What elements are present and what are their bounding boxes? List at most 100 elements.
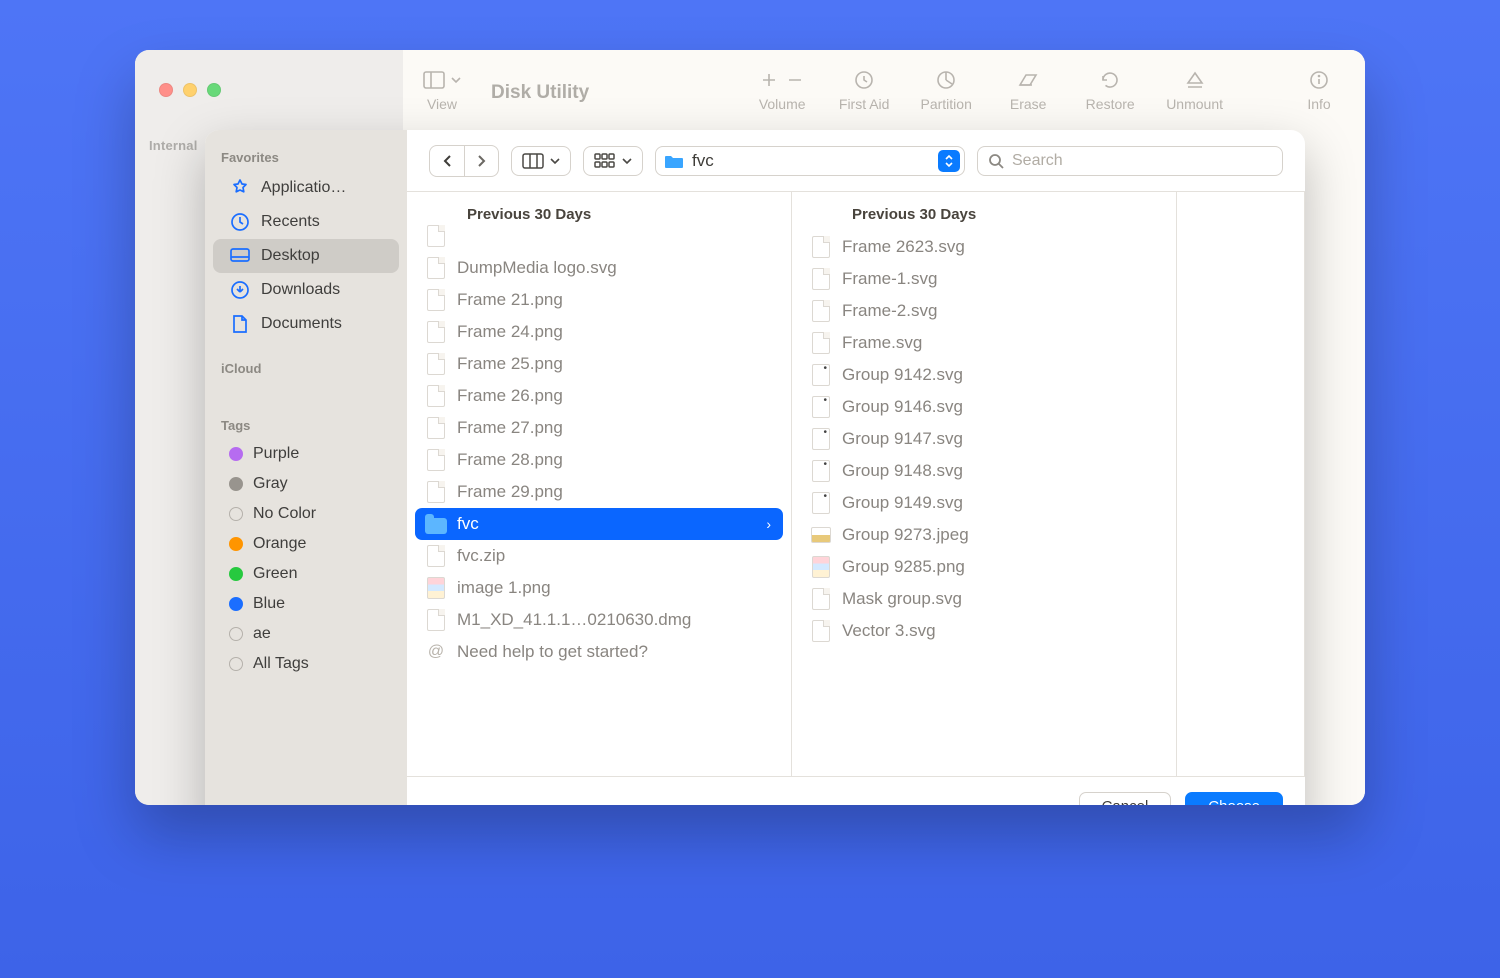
file-icon	[425, 257, 447, 279]
file-row[interactable]: Group 9142.svg	[792, 359, 1176, 391]
file-name: Vector 3.svg	[842, 621, 936, 641]
file-name: Frame-2.svg	[842, 301, 937, 321]
dialog-toolbar: fvc	[407, 130, 1305, 192]
icloud-heading: iCloud	[205, 355, 407, 382]
file-icon	[425, 321, 447, 343]
file-row[interactable]: Frame 26.png	[407, 380, 791, 412]
cancel-button[interactable]: Cancel	[1079, 792, 1172, 806]
file-row[interactable]: Frame 21.png	[407, 284, 791, 316]
sidebar-item-documents[interactable]: Documents	[213, 307, 399, 341]
file-name: Group 9147.svg	[842, 429, 963, 449]
tag-dot-icon	[229, 567, 243, 581]
disk-utility-window: View Disk Utility Volume First Aid Parti…	[135, 50, 1365, 805]
tag-item[interactable]: Purple	[213, 439, 399, 469]
file-icon	[810, 428, 832, 450]
toolbar-restore[interactable]: Restore	[1084, 68, 1136, 112]
sidebar-item-label: Recents	[261, 213, 320, 231]
toolbar-volume[interactable]: Volume	[756, 68, 808, 112]
file-name: DumpMedia logo.svg	[457, 258, 617, 278]
file-row[interactable]: Group 9273.jpeg	[792, 519, 1176, 551]
file-name: Frame 2623.svg	[842, 237, 965, 257]
view-columns-button[interactable]	[511, 146, 571, 176]
forward-button[interactable]	[464, 146, 498, 176]
column-browser: Previous 30 Days DumpMedia logo.svgFrame…	[407, 192, 1305, 776]
minimize-window-icon[interactable]	[183, 83, 197, 97]
column-1[interactable]: Previous 30 Days DumpMedia logo.svgFrame…	[407, 192, 792, 776]
group-by-button[interactable]	[583, 146, 643, 176]
search-field[interactable]	[977, 146, 1283, 176]
file-row[interactable]: Frame 2623.svg	[792, 231, 1176, 263]
file-name: Need help to get started?	[457, 642, 648, 662]
file-row[interactable]: Vector 3.svg	[792, 615, 1176, 647]
sidebar-item-label: Downloads	[261, 281, 340, 299]
column-3-preview	[1177, 192, 1305, 776]
choose-button[interactable]: Choose	[1185, 792, 1283, 806]
file-row[interactable]: Frame 25.png	[407, 348, 791, 380]
file-row[interactable]: Frame 27.png	[407, 412, 791, 444]
file-row[interactable]: @Need help to get started?	[407, 636, 791, 668]
sidebar-item-applications[interactable]: Applicatio…	[213, 171, 399, 205]
file-icon	[425, 545, 447, 567]
file-name: Group 9285.png	[842, 557, 965, 577]
tag-item[interactable]: Green	[213, 559, 399, 589]
file-row[interactable]: M1_XD_41.1.1…0210630.dmg	[407, 604, 791, 636]
desktop-icon	[229, 245, 251, 267]
file-row[interactable]: Frame 24.png	[407, 316, 791, 348]
sidebar-item-desktop[interactable]: Desktop	[213, 239, 399, 273]
toolbar-view-label: View	[427, 96, 457, 112]
back-button[interactable]	[430, 146, 464, 176]
sidebar-item-label: Desktop	[261, 247, 320, 265]
zoom-window-icon[interactable]	[207, 83, 221, 97]
toolbar-erase[interactable]: Erase	[1002, 68, 1054, 112]
toolbar-view[interactable]: View	[423, 68, 461, 112]
dialog-footer: Cancel Choose	[407, 776, 1305, 805]
path-control[interactable]: fvc	[655, 146, 965, 176]
search-input[interactable]	[1012, 152, 1272, 170]
toolbar-unmount[interactable]: Unmount	[1166, 68, 1223, 112]
file-row[interactable]: Frame 29.png	[407, 476, 791, 508]
app-title: Disk Utility	[491, 82, 589, 104]
toolbar-first-aid[interactable]: First Aid	[838, 68, 890, 112]
file-row[interactable]: Mask group.svg	[792, 583, 1176, 615]
tag-item[interactable]: All Tags	[213, 649, 399, 679]
tag-item[interactable]: No Color	[213, 499, 399, 529]
file-row[interactable]: Frame-1.svg	[792, 263, 1176, 295]
file-row[interactable]: DumpMedia logo.svg	[407, 252, 791, 284]
tag-item[interactable]: Blue	[213, 589, 399, 619]
path-stepper-icon[interactable]	[938, 150, 960, 172]
download-icon	[229, 279, 251, 301]
folder-row[interactable]: fvc›	[415, 508, 783, 540]
file-row[interactable]: Group 9285.png	[792, 551, 1176, 583]
close-window-icon[interactable]	[159, 83, 173, 97]
tag-label: Blue	[253, 595, 285, 613]
file-icon	[425, 481, 447, 503]
document-icon	[229, 313, 251, 335]
file-row[interactable]: Group 9148.svg	[792, 455, 1176, 487]
toolbar-info[interactable]: Info	[1293, 68, 1345, 112]
file-row[interactable]: fvc.zip	[407, 540, 791, 572]
file-icon	[810, 460, 832, 482]
column-2[interactable]: Previous 30 Days Frame 2623.svgFrame-1.s…	[792, 192, 1177, 776]
tag-item[interactable]: Orange	[213, 529, 399, 559]
file-row-clipped[interactable]	[407, 225, 791, 252]
file-icon	[810, 332, 832, 354]
file-row[interactable]: Group 9146.svg	[792, 391, 1176, 423]
sidebar-item-recents[interactable]: Recents	[213, 205, 399, 239]
toolbar-erase-label: Erase	[1010, 96, 1047, 112]
file-row[interactable]: Frame.svg	[792, 327, 1176, 359]
file-row[interactable]: Frame 28.png	[407, 444, 791, 476]
file-icon	[425, 353, 447, 375]
file-row[interactable]: Group 9147.svg	[792, 423, 1176, 455]
tag-item[interactable]: Gray	[213, 469, 399, 499]
file-icon	[810, 268, 832, 290]
file-row[interactable]: image 1.png	[407, 572, 791, 604]
file-row[interactable]: Frame-2.svg	[792, 295, 1176, 327]
favorites-heading: Favorites	[205, 144, 407, 171]
tag-label: All Tags	[253, 655, 309, 673]
file-icon	[425, 577, 447, 599]
tag-item[interactable]: ae	[213, 619, 399, 649]
toolbar-partition[interactable]: Partition	[920, 68, 972, 112]
sidebar-item-downloads[interactable]: Downloads	[213, 273, 399, 307]
file-row[interactable]: Group 9149.svg	[792, 487, 1176, 519]
file-name: Frame 28.png	[457, 450, 563, 470]
